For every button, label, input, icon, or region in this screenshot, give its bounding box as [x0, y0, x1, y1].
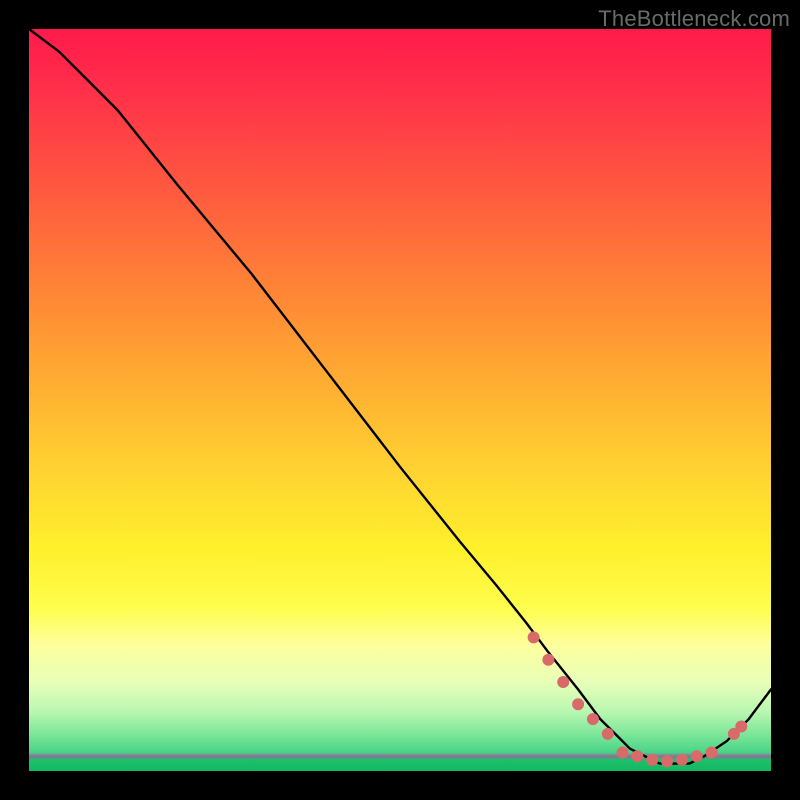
marker-dot	[661, 755, 673, 767]
curve-layer	[29, 29, 771, 771]
marker-dot	[572, 698, 584, 710]
marker-dot	[735, 721, 747, 733]
marker-dot	[676, 754, 688, 766]
marker-dot	[587, 713, 599, 725]
marker-dot	[706, 747, 718, 759]
watermark-text: TheBottleneck.com	[598, 6, 790, 32]
marker-dot	[617, 747, 629, 759]
highlight-markers	[528, 631, 748, 767]
marker-dot	[631, 750, 643, 762]
marker-dot	[602, 728, 614, 740]
bottleneck-curve	[29, 29, 771, 764]
chart-frame: TheBottleneck.com	[0, 0, 800, 800]
marker-dot	[557, 676, 569, 688]
marker-dot	[528, 631, 540, 643]
marker-dot	[691, 750, 703, 762]
marker-dot	[646, 754, 658, 766]
marker-dot	[542, 654, 554, 666]
